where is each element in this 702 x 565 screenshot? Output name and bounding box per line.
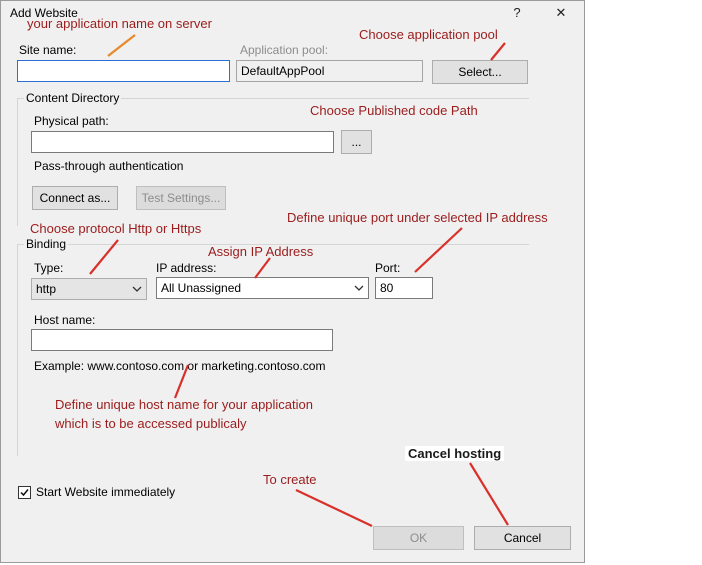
chevron-down-icon [132,286,142,292]
select-app-pool-button[interactable]: Select... [432,60,528,84]
annotation-published-path: Choose Published code Path [310,103,478,118]
type-select[interactable]: http [31,278,147,300]
cancel-button[interactable]: Cancel [474,526,571,550]
checkmark-icon [20,489,29,497]
physical-path-label: Physical path: [34,114,109,128]
port-input[interactable]: 80 [375,277,433,299]
annotation-cancel: Cancel hosting [405,446,505,461]
annotation-host-line2: which is to be accessed publicaly [55,416,247,431]
annotation-host-line1: Define unique host name for your applica… [55,397,313,412]
ip-address-select[interactable]: All Unassigned [156,277,369,299]
app-pool-label: Application pool: [240,43,329,57]
host-example-text: Example: www.contoso.com or marketing.co… [34,359,326,373]
connect-as-button[interactable]: Connect as... [32,186,118,210]
binding-label: Binding [24,237,69,251]
pass-through-label: Pass-through authentication [34,159,184,173]
type-select-value: http [36,282,57,296]
annotation-port: Define unique port under selected IP add… [287,210,548,225]
chevron-down-icon [354,285,364,291]
ok-button: OK [373,526,464,550]
annotation-app-pool: Choose application pool [359,27,498,42]
physical-path-input[interactable] [31,131,334,153]
ip-address-label: IP address: [156,261,217,275]
host-name-input[interactable] [31,329,333,351]
annotation-protocol: Choose protocol Http or Https [30,221,202,236]
annotation-create: To create [263,472,317,487]
annotation-app-name: your application name on server [27,16,212,31]
port-label: Port: [375,261,401,275]
help-icon[interactable]: ? [503,3,531,23]
close-icon[interactable]: ✕ [547,3,575,23]
type-label: Type: [34,261,64,275]
content-directory-label: Content Directory [24,91,122,105]
start-website-checkbox[interactable] [18,486,31,499]
annotation-ip: Assign IP Address [208,244,314,259]
app-pool-field: DefaultAppPool [236,60,423,82]
ip-address-value: All Unassigned [161,281,242,295]
site-name-label: Site name: [19,43,77,57]
site-name-input[interactable] [17,60,230,82]
host-name-label: Host name: [34,313,96,327]
test-settings-button: Test Settings... [136,186,226,210]
browse-path-button[interactable]: ... [341,130,372,154]
start-website-label: Start Website immediately [36,485,176,499]
